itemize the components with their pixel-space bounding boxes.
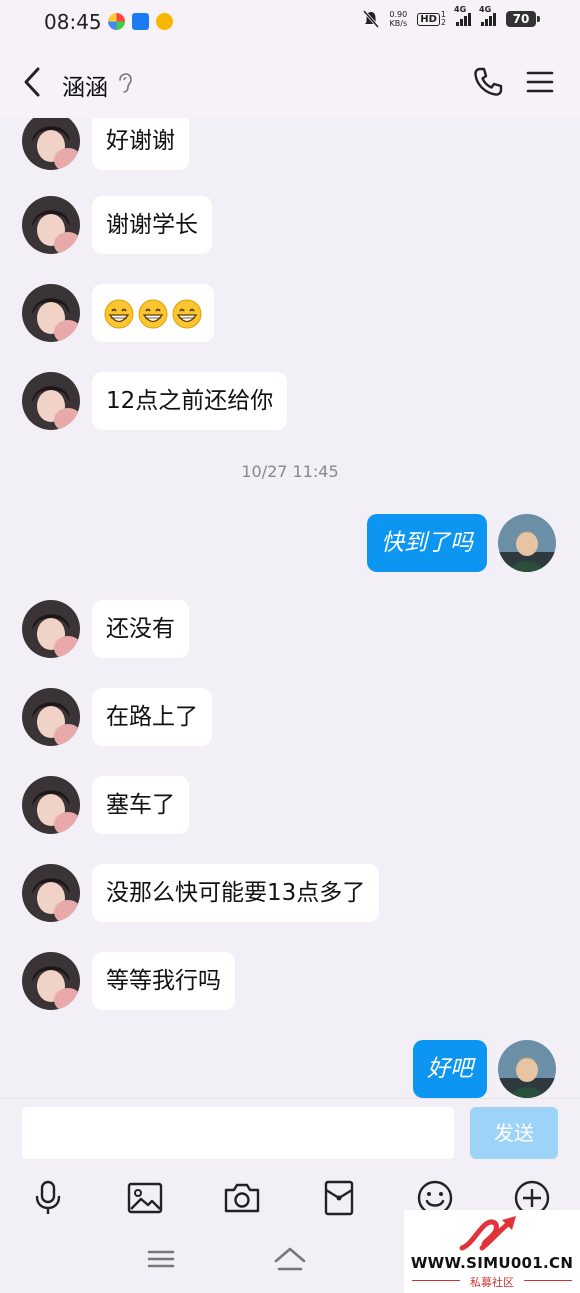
- camera-icon[interactable]: [222, 1178, 262, 1218]
- watermark-site: WWW.SIMU001.CN: [410, 1254, 574, 1272]
- red-packet-icon[interactable]: [319, 1178, 359, 1218]
- hamburger-menu-icon[interactable]: [526, 68, 554, 96]
- contact-avatar[interactable]: [22, 776, 80, 834]
- contact-avatar[interactable]: [22, 688, 80, 746]
- image-icon[interactable]: [125, 1178, 165, 1218]
- battery-icon: 70: [506, 11, 540, 27]
- message-bubble-incoming[interactable]: [92, 284, 214, 342]
- message-bubble-incoming[interactable]: 在路上了: [92, 688, 212, 746]
- message-bubble-incoming[interactable]: 好谢谢: [92, 118, 189, 170]
- chat-title[interactable]: 涵涵: [62, 68, 108, 102]
- message-timestamp: 10/27 11:45: [241, 462, 339, 481]
- pet-app-icon: [156, 13, 173, 30]
- signal-sim2-icon: 4G: [479, 5, 496, 26]
- message-bubble-incoming[interactable]: 12点之前还给你: [92, 372, 288, 430]
- grinning-face-icon: [104, 299, 134, 328]
- message-bubble-outgoing[interactable]: 快到了吗: [367, 514, 487, 572]
- input-bar: 发送: [0, 1098, 580, 1170]
- message-bubble-incoming[interactable]: 塞车了: [92, 776, 189, 834]
- my-avatar[interactable]: [498, 514, 556, 572]
- contact-avatar[interactable]: [22, 952, 80, 1010]
- mute-bell-icon: [363, 10, 380, 28]
- watermark: WWW.SIMU001.CN 私募社区: [404, 1210, 580, 1293]
- contact-avatar[interactable]: [22, 284, 80, 342]
- ear-icon[interactable]: [116, 72, 134, 94]
- contact-avatar[interactable]: [22, 864, 80, 922]
- contact-avatar[interactable]: [22, 600, 80, 658]
- signal-sim1-icon: 4G: [454, 5, 471, 26]
- message-bubble-incoming[interactable]: 没那么快可能要13点多了: [92, 864, 380, 922]
- zhihu-icon: [132, 13, 149, 30]
- status-bar: 08:45 0.90 KB/s HD 12 4G 4G 70: [0, 0, 580, 46]
- contact-avatar[interactable]: [22, 118, 80, 170]
- watermark-subtitle: 私募社区: [470, 1276, 514, 1289]
- status-right: 0.90 KB/s HD 12 4G 4G 70: [363, 5, 540, 28]
- grinning-face-icon: [172, 299, 202, 328]
- home-icon[interactable]: [273, 1242, 307, 1276]
- message-bubble-incoming[interactable]: 还没有: [92, 600, 189, 658]
- divider: [524, 1280, 572, 1281]
- send-button[interactable]: 发送: [470, 1107, 558, 1159]
- message-input[interactable]: [22, 1107, 454, 1159]
- recent-apps-icon[interactable]: [144, 1242, 178, 1276]
- my-avatar[interactable]: [498, 1040, 556, 1098]
- chat-header: 涵涵: [0, 46, 580, 118]
- contact-avatar[interactable]: [22, 196, 80, 254]
- message-list[interactable]: 好谢谢 谢谢学长 12点之前还给你 10/27 11:45 快到了吗 还没有 在…: [0, 118, 580, 1098]
- contact-avatar[interactable]: [22, 372, 80, 430]
- message-bubble-outgoing[interactable]: 好吧: [413, 1040, 487, 1098]
- phone-call-icon[interactable]: [472, 66, 504, 98]
- status-time: 08:45: [44, 10, 102, 34]
- microphone-icon[interactable]: [28, 1178, 68, 1218]
- back-chevron-icon[interactable]: [18, 64, 48, 100]
- hd-indicator: HD 12: [417, 11, 446, 27]
- app-notification-icon: [108, 13, 125, 30]
- message-bubble-incoming[interactable]: 谢谢学长: [92, 196, 212, 254]
- grinning-face-icon: [138, 299, 168, 328]
- watermark-logo-icon: [459, 1216, 516, 1251]
- message-bubble-incoming[interactable]: 等等我行吗: [92, 952, 235, 1010]
- net-speed: 0.90 KB/s: [389, 10, 408, 28]
